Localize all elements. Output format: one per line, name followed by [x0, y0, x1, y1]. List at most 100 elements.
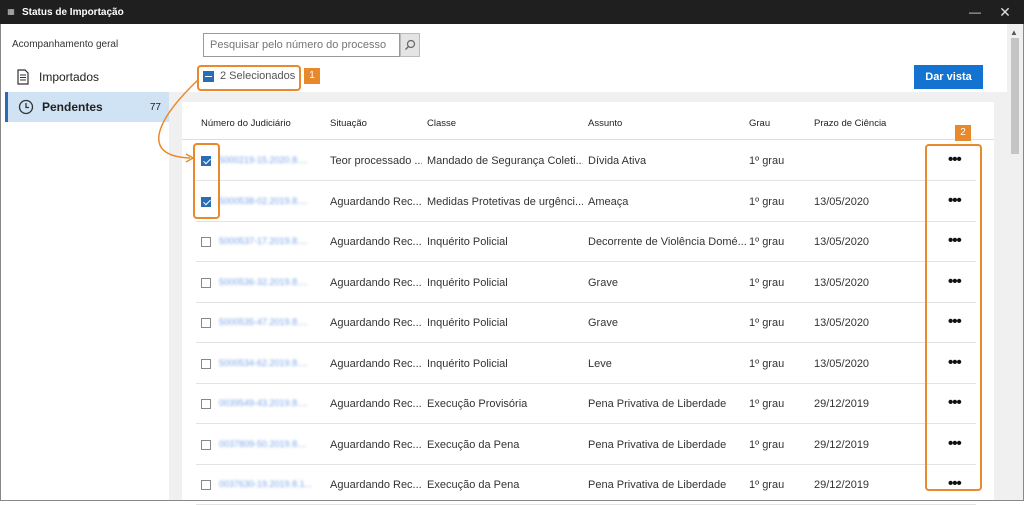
cell-assunto: Leve — [588, 357, 612, 370]
cell-assunto: Decorrente de Violência Domé... — [588, 236, 746, 248]
sidebar-heading[interactable]: Acompanhamento geral — [12, 39, 118, 50]
cell-numero[interactable]: 0039549-43.2019.8.... — [219, 398, 319, 408]
cell-assunto: Grave — [588, 276, 618, 289]
cell-classe: Inquérito Policial — [427, 317, 508, 329]
sidebar-item-pendentes[interactable]: Pendentes 77 — [5, 92, 169, 122]
column-header-classe[interactable]: Classe — [427, 118, 456, 129]
cell-numero[interactable]: 0037630-19.2019.8.1... — [219, 479, 319, 489]
row-checkbox[interactable] — [201, 358, 211, 369]
close-button[interactable]: ✕ — [990, 0, 1020, 24]
table-row[interactable]: 0039549-43.2019.8.... Aguardando Rec... … — [196, 384, 976, 424]
cell-classe: Inquérito Policial — [427, 236, 508, 248]
cell-classe: Execução Provisória — [427, 398, 528, 410]
row-checkbox[interactable] — [201, 318, 211, 328]
table-row[interactable]: 5000538-02.2019.8.... Aguardando Rec... … — [196, 182, 976, 222]
cell-assunto: Pena Privativa de Liberdade — [588, 438, 727, 451]
cell-grau: 1º grau — [749, 398, 785, 410]
cell-grau: 1º grau — [749, 276, 785, 289]
cell-grau: 1º grau — [749, 479, 785, 491]
cell-situacao: Aguardando Rec... — [330, 236, 422, 248]
search-button[interactable] — [400, 33, 420, 57]
cell-prazo: 29/12/2019 — [814, 438, 870, 451]
column-header-grau[interactable]: Grau — [749, 118, 770, 129]
annotation-marker-1: 1 — [304, 68, 320, 84]
cell-assunto: Pena Privativa de Liberdade — [588, 479, 727, 491]
table-row[interactable]: 0037630-19.2019.8.1... Aguardando Rec...… — [196, 465, 976, 505]
cell-situacao: Aguardando Rec... — [330, 398, 422, 410]
table-row[interactable]: 5000534-62.2019.8.... Aguardando Rec... … — [196, 344, 976, 384]
cell-grau: 1º grau — [749, 357, 785, 370]
cell-situacao: Aguardando Rec... — [330, 317, 422, 329]
cell-grau: 1º grau — [749, 155, 785, 167]
row-checkbox[interactable] — [201, 399, 211, 409]
cell-prazo: 13/05/2020 — [814, 236, 870, 248]
cell-prazo: 13/05/2020 — [814, 317, 870, 329]
cell-numero[interactable]: 5000219-15.2020.8.... — [219, 155, 319, 165]
cell-situacao: Aguardando Rec... — [330, 195, 422, 208]
cell-numero[interactable]: 5000538-02.2019.8.... — [219, 196, 319, 206]
cell-situacao: Aguardando Rec... — [330, 357, 422, 370]
minimize-button[interactable]: — — [960, 0, 990, 24]
cell-prazo: 29/12/2019 — [814, 398, 870, 410]
cell-classe: Inquérito Policial — [427, 357, 508, 370]
cell-numero[interactable]: 5000537-17.2019.8.... — [219, 236, 319, 246]
search-icon — [405, 39, 416, 50]
column-header-prazo[interactable]: Prazo de Ciência — [814, 118, 886, 129]
cell-numero[interactable]: 5000535-47.2019.8.... — [219, 317, 319, 327]
annotation-box-1 — [197, 65, 301, 91]
annotation-box-2 — [925, 144, 982, 491]
annotation-marker-2: 2 — [955, 125, 971, 141]
cell-grau: 1º grau — [749, 236, 785, 248]
search-input[interactable] — [204, 35, 394, 55]
document-icon — [17, 69, 29, 85]
column-header-assunto[interactable]: Assunto — [588, 118, 622, 129]
sidebar-item-importados[interactable]: Importados — [5, 62, 169, 92]
cell-classe: Execução da Pena — [427, 479, 520, 491]
table-row[interactable]: 5000219-15.2020.8.... Teor processado ..… — [196, 141, 976, 181]
process-table: Número do Judiciário Situação Classe Ass… — [182, 102, 994, 505]
cell-prazo: 29/12/2019 — [814, 479, 870, 491]
row-checkbox[interactable] — [201, 277, 211, 288]
cell-situacao: Aguardando Rec... — [330, 438, 422, 451]
table-row[interactable]: 5000535-47.2019.8.... Aguardando Rec... … — [196, 303, 976, 343]
annotation-arrow — [158, 79, 199, 163]
cell-classe: Execução da Pena — [427, 438, 520, 451]
cell-prazo: 13/05/2020 — [814, 276, 870, 289]
main-content: 2 Selecionados Dar vista Número do Judic… — [169, 24, 1007, 505]
row-checkbox[interactable] — [201, 237, 211, 247]
column-header-situacao[interactable]: Situação — [330, 118, 367, 129]
window-title: Status de Importação — [22, 6, 124, 18]
scrollbar-thumb[interactable] — [1011, 38, 1019, 154]
sidebar: Acompanhamento geral Importados Pendente… — [1, 24, 169, 500]
table-row[interactable]: 0037809-50.2019.8.... Aguardando Rec... … — [196, 425, 976, 465]
cell-grau: 1º grau — [749, 317, 785, 329]
row-checkbox[interactable] — [201, 439, 211, 450]
cell-numero[interactable]: 5000534-62.2019.8.... — [219, 358, 319, 368]
cell-situacao: Aguardando Rec... — [330, 479, 422, 491]
cell-assunto: Pena Privativa de Liberdade — [588, 398, 727, 410]
cell-numero[interactable]: 0037809-50.2019.8.... — [219, 439, 319, 449]
title-bar: ▦ Status de Importação — ✕ — [0, 0, 1024, 24]
cell-prazo: 13/05/2020 — [814, 195, 870, 208]
sidebar-item-label: Importados — [39, 70, 100, 84]
sidebar-item-label: Pendentes — [42, 100, 103, 114]
search-box — [203, 33, 400, 57]
cell-assunto: Ameaça — [588, 195, 629, 208]
cell-situacao: Aguardando Rec... — [330, 276, 422, 289]
table-row[interactable]: 5000537-17.2019.8.... Aguardando Rec... … — [196, 222, 976, 262]
cell-grau: 1º grau — [749, 438, 785, 451]
dar-vista-button[interactable]: Dar vista — [914, 65, 983, 89]
table-row[interactable]: 5000536-32.2019.8.... Aguardando Rec... … — [196, 263, 976, 303]
column-header-numero[interactable]: Número do Judiciário — [201, 118, 291, 129]
table-header: Número do Judiciário Situação Classe Ass… — [182, 102, 994, 140]
clock-icon — [18, 99, 34, 115]
row-checkbox[interactable] — [201, 480, 211, 490]
cell-classe: Medidas Protetivas de urgênci... — [427, 195, 583, 208]
cell-classe: Mandado de Segurança Coleti... — [427, 155, 583, 167]
cell-classe: Inquérito Policial — [427, 276, 508, 289]
cell-prazo: 13/05/2020 — [814, 357, 870, 370]
cell-grau: 1º grau — [749, 195, 785, 208]
scroll-up-icon[interactable]: ▲ — [1010, 28, 1018, 37]
cell-numero[interactable]: 5000536-32.2019.8.... — [219, 277, 319, 287]
vertical-scrollbar[interactable]: ▲ — [1007, 24, 1023, 500]
